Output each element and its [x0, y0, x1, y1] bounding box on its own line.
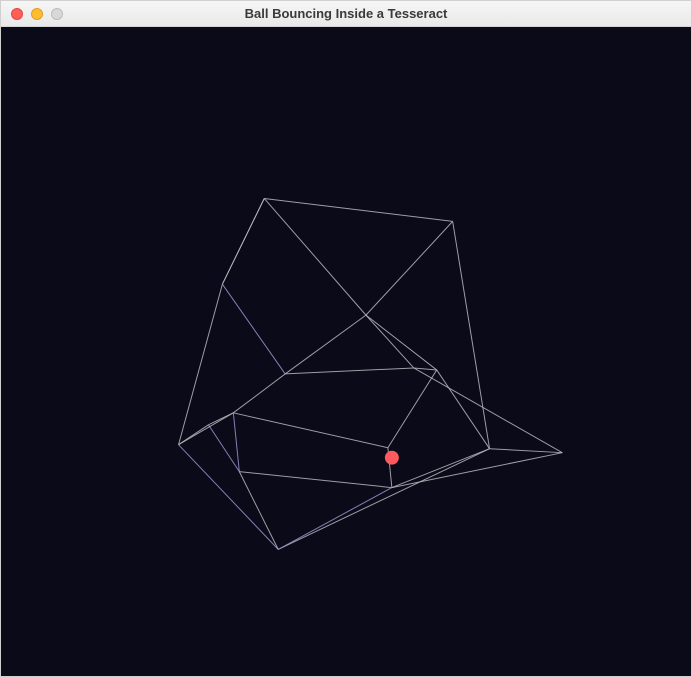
tesseract-edge: [233, 374, 285, 413]
tesseract-edge: [366, 315, 414, 368]
window-controls: [11, 8, 63, 20]
tesseract-edge: [278, 488, 392, 550]
tesseract-edge: [490, 449, 563, 453]
tesseract-edge: [392, 453, 562, 488]
tesseract-edge: [388, 370, 437, 448]
app-window: Ball Bouncing Inside a Tesseract: [0, 0, 692, 677]
maximize-icon: [51, 8, 63, 20]
tesseract-edge: [233, 413, 388, 448]
tesseract-edge: [366, 221, 453, 315]
tesseract-render: [1, 27, 691, 676]
tesseract-edge: [453, 221, 490, 448]
tesseract-edge: [179, 284, 223, 445]
tesseract-edge: [233, 413, 239, 472]
tesseract-edge: [264, 198, 452, 221]
tesseract-edge: [208, 425, 239, 472]
tesseract-edge: [392, 449, 490, 488]
tesseract-edge: [222, 284, 285, 374]
tesseract-edge: [285, 368, 414, 374]
tesseract-edge: [278, 449, 489, 550]
window-title: Ball Bouncing Inside a Tesseract: [1, 6, 691, 21]
bouncing-ball: [385, 451, 399, 465]
tesseract-edge: [239, 472, 278, 550]
minimize-icon[interactable]: [31, 8, 43, 20]
tesseract-edge: [366, 315, 437, 370]
close-icon[interactable]: [11, 8, 23, 20]
tesseract-edge: [239, 472, 392, 488]
titlebar[interactable]: Ball Bouncing Inside a Tesseract: [1, 1, 691, 27]
tesseract-edge: [437, 370, 490, 449]
tesseract-edge: [179, 445, 279, 550]
tesseract-edge: [222, 198, 264, 284]
tesseract-edge: [179, 413, 234, 445]
render-viewport[interactable]: [1, 27, 691, 676]
tesseract-edge: [264, 198, 366, 315]
tesseract-edge: [285, 315, 366, 374]
